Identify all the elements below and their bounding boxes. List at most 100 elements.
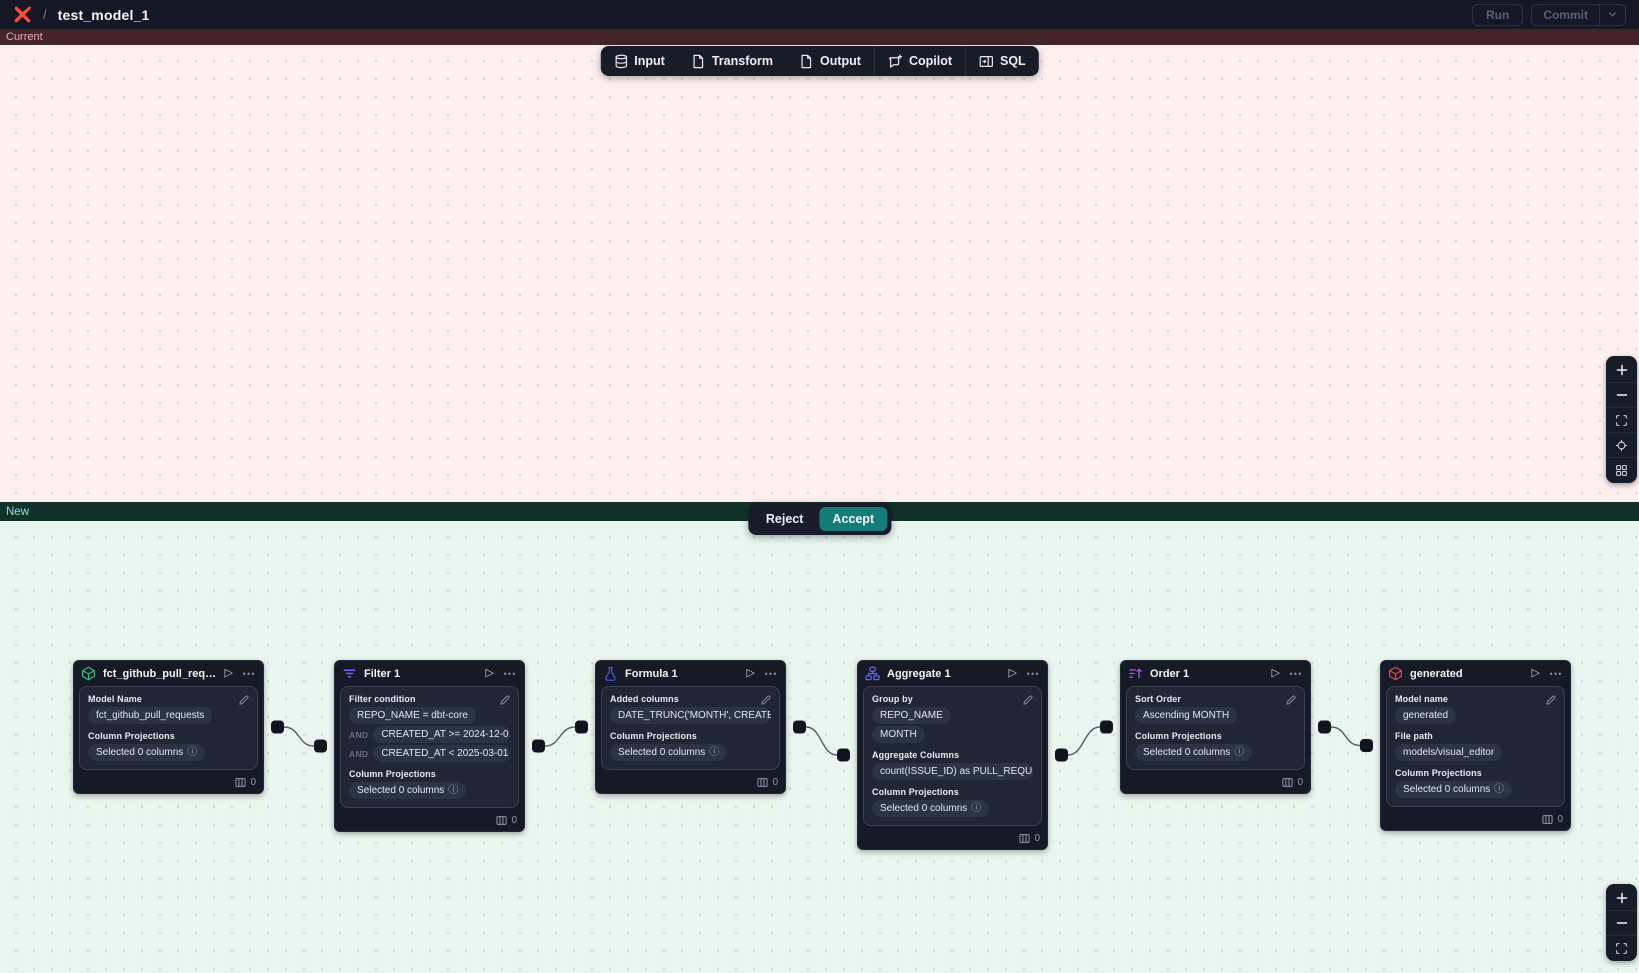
toolbar-transform-label: Transform [712,54,773,68]
dbt-logo-icon[interactable] [13,5,32,24]
run-node-button[interactable]: ▷ [1008,668,1018,679]
edit-pencil-icon[interactable] [1022,694,1034,706]
value-chip[interactable]: CREATED_AT >= 2024-12-01 [373,726,510,743]
edit-pencil-icon[interactable] [238,694,250,706]
locate-button[interactable] [1607,432,1636,457]
minimap-grid-button[interactable] [1607,457,1636,482]
pipeline-node-formula-1[interactable]: Formula 1▷⋯Added columnsDATE_TRUNC('MONT… [595,660,786,794]
node-menu-button[interactable]: ⋯ [502,667,517,680]
toolbar-sql-button[interactable]: SQL [966,46,1039,76]
field-label: Sort Order [1135,694,1296,704]
canvas-controls-current [1606,356,1637,483]
commit-button[interactable]: Commit [1532,5,1599,25]
node-menu-button[interactable]: ⋯ [1548,667,1563,680]
toolbar-input-button[interactable]: Input [600,46,678,76]
node-field: Sort Order Ascending MONTH [1135,694,1296,724]
filter-icon [342,666,357,681]
toolbar-copilot-label: Copilot [909,54,952,68]
toolbar-output-label: Output [820,54,861,68]
pencil-icon [1545,694,1557,706]
run-node-button[interactable]: ▷ [746,668,756,679]
zoom-in-button[interactable] [1607,357,1636,382]
value-chip[interactable]: Selected 0 columnsⓘ [1395,781,1512,798]
value-chip[interactable]: models/visual_editor [1395,744,1502,761]
node-field: Column ProjectionsSelected 0 columnsⓘ [88,731,249,761]
zoom-out-button[interactable] [1607,382,1636,407]
run-node-button[interactable]: ▷ [1531,668,1541,679]
value-chip[interactable]: MONTH [872,726,925,743]
value-chip[interactable]: REPO_NAME [872,707,951,724]
node-field: Aggregate Columnscount(ISSUE_ID) as PULL… [872,750,1033,780]
node-title: generated [1410,668,1524,680]
node-header[interactable]: fct_github_pull_requests▷⋯ [74,661,263,686]
zoom-out-button[interactable] [1607,910,1636,935]
column-count: 0 [1019,833,1040,844]
node-menu-button[interactable]: ⋯ [241,667,256,680]
node-header[interactable]: Order 1▷⋯ [1121,661,1310,686]
value-chip[interactable]: Selected 0 columnsⓘ [1135,744,1252,761]
column-count-value: 0 [1297,777,1303,788]
node-field: File path models/visual_editor [1395,731,1556,761]
pencil-icon [1285,694,1297,706]
value-chip[interactable]: REPO_NAME = dbt-core [349,707,476,724]
column-count-value: 0 [1557,814,1563,825]
database-icon [613,54,628,69]
value-chip[interactable]: DATE_TRUNC('MONTH', CREATED_AT… [610,707,771,724]
commit-dropdown-button[interactable] [1600,5,1625,25]
node-menu-button[interactable]: ⋯ [1025,667,1040,680]
run-node-button[interactable]: ▷ [1271,668,1281,679]
node-menu-button[interactable]: ⋯ [1288,667,1303,680]
pipeline-node-filter-1[interactable]: Filter 1▷⋯Filter conditionREPO_NAME = db… [334,660,525,832]
node-header[interactable]: Aggregate 1▷⋯ [858,661,1047,686]
minus-icon [1615,388,1629,402]
info-icon[interactable]: ⓘ [448,786,458,796]
value-chip[interactable]: fct_github_pull_requests [88,707,212,724]
run-node-button[interactable]: ▷ [485,668,495,679]
column-count-value: 0 [1034,833,1040,844]
field-label: File path [1395,731,1556,741]
node-footer: 0 [1121,775,1310,793]
pencil-icon [238,694,250,706]
pipeline-node-order-1[interactable]: Order 1▷⋯Sort OrderAscending MONTHColumn… [1120,660,1311,794]
node-footer: 0 [1381,812,1570,830]
toolbar-transform-button[interactable]: Transform [678,46,786,76]
edit-pencil-icon[interactable] [1285,694,1297,706]
edit-pencil-icon[interactable] [499,694,511,706]
value-chip[interactable]: Selected 0 columnsⓘ [349,782,466,799]
value-chip[interactable]: Selected 0 columnsⓘ [610,744,727,761]
value-chip[interactable]: Ascending MONTH [1135,707,1237,724]
fit-view-button[interactable] [1607,407,1636,432]
value-chip[interactable]: Selected 0 columnsⓘ [872,800,989,817]
pipeline-node-aggregate-1[interactable]: Aggregate 1▷⋯Group byREPO_NAMEMONTHAggre… [857,660,1048,850]
edit-pencil-icon[interactable] [1545,694,1557,706]
info-icon[interactable]: ⓘ [1494,785,1504,795]
fit-view-button[interactable] [1607,935,1636,960]
run-node-button[interactable]: ▷ [224,668,234,679]
run-button[interactable]: Run [1472,4,1523,26]
breadcrumb-separator: / [43,7,47,22]
node-header[interactable]: generated ▷ ⋯ [1381,661,1570,686]
info-icon[interactable]: ⓘ [187,748,197,758]
pipeline-node-fct-github-pull-requests[interactable]: fct_github_pull_requests▷⋯Model Namefct_… [73,660,264,794]
reject-button[interactable]: Reject [752,507,818,531]
node-header[interactable]: Formula 1▷⋯ [596,661,785,686]
value-chip[interactable]: CREATED_AT < 2025-03-01 [373,745,510,762]
info-icon[interactable]: ⓘ [709,748,719,758]
value-chip[interactable]: count(ISSUE_ID) as PULL_REQUEST_… [872,763,1033,780]
flask-icon [603,666,618,681]
toolbar-output-button[interactable]: Output [786,46,874,76]
field-label: Column Projections [1395,768,1556,778]
node-menu-button[interactable]: ⋯ [763,667,778,680]
edit-pencil-icon[interactable] [760,694,772,706]
info-icon[interactable]: ⓘ [1234,748,1244,758]
info-icon[interactable]: ⓘ [971,804,981,814]
node-footer: 0 [74,775,263,793]
zoom-in-button[interactable] [1607,885,1636,910]
columns-icon [496,815,507,826]
toolbar-copilot-button[interactable]: Copilot [875,46,965,76]
accept-button[interactable]: Accept [819,507,887,531]
node-header[interactable]: Filter 1▷⋯ [335,661,524,686]
pipeline-node-generated[interactable]: generated▷⋯Model namegeneratedFile pathm… [1380,660,1571,831]
value-chip[interactable]: generated [1395,707,1456,724]
value-chip[interactable]: Selected 0 columnsⓘ [88,744,205,761]
